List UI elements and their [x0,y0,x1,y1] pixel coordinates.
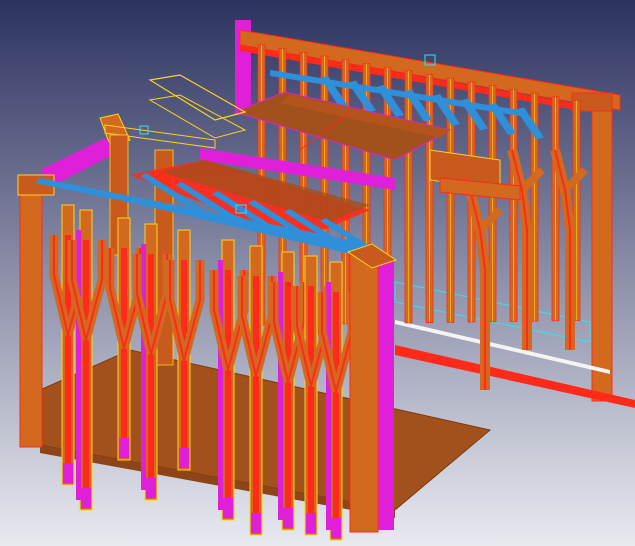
hanger-foot [306,513,316,533]
cad-model-scene[interactable] [0,0,635,546]
hanger-foot [331,518,341,538]
hanger-foot [283,508,293,528]
front-right-orange-column [349,251,379,533]
rear-frame-right-column [591,95,613,402]
hanger-foot [251,513,261,533]
front-left-column [19,181,43,448]
hanger-foot [146,478,156,498]
hanger-magenta-flange [218,260,223,510]
front-right-magenta-column [378,258,394,530]
hanger-column-core [225,270,231,510]
hanger-foot [223,498,233,518]
front-right-frame[interactable] [346,243,398,533]
hanger-column-core [148,254,154,490]
hanger-foot [119,438,129,458]
hanger-column-core [285,282,291,520]
hanger-column-core [83,240,89,500]
hanger-column-core [308,286,314,525]
hanger-magenta-flange [76,230,81,500]
hanger-column-core [253,276,259,525]
hanger-foot [179,448,189,468]
hanger-foot [81,488,91,508]
hanger-column-core [333,292,339,530]
hanger-foot [63,463,73,483]
3d-model-viewport[interactable] [0,0,635,546]
hanger-magenta-flange [278,272,283,520]
hanger-column-core [121,248,127,450]
hanger-magenta-flange [141,244,146,490]
hanger-magenta-flange [326,282,331,530]
